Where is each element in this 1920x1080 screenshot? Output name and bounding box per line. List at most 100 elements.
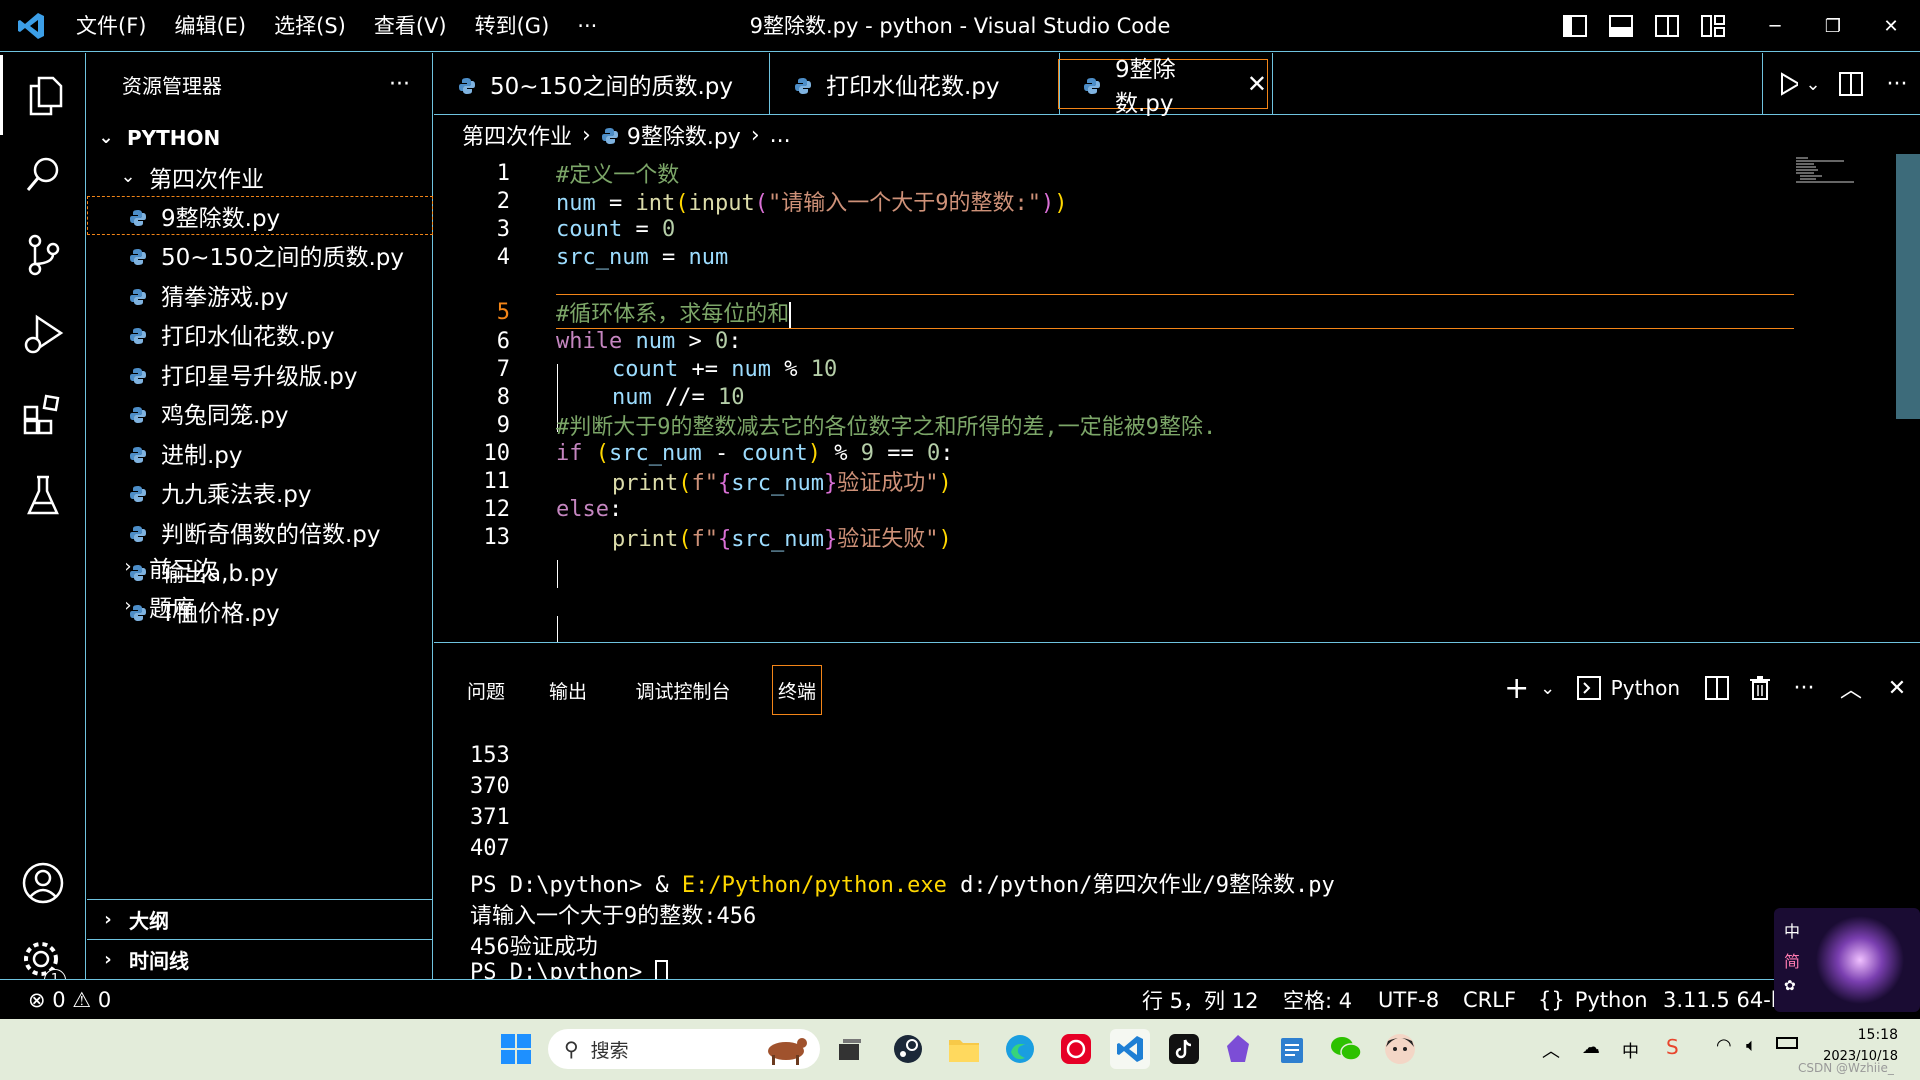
terminal-exe-path: E:/Python/python.exe [681, 873, 947, 898]
minimize-icon[interactable]: ─ [1746, 0, 1804, 52]
clock-time[interactable]: 15:18 [1818, 1027, 1898, 1043]
line-number: 11 [483, 468, 511, 494]
end-of-line[interactable]: CRLF [1463, 988, 1516, 1012]
tray-input-language[interactable]: 中 [1622, 1037, 1639, 1062]
panel-more-actions-icon[interactable]: ··· [1780, 676, 1828, 701]
workspace-root[interactable]: ⌄ PYTHON [87, 118, 433, 157]
split-editor-icon[interactable] [1828, 72, 1874, 96]
source-control-icon[interactable] [0, 215, 86, 295]
code-token: } [823, 527, 838, 552]
folder-question-bank[interactable]: › 题库 [87, 586, 433, 625]
tiktok-icon[interactable] [1164, 1029, 1204, 1069]
avatar-app-icon[interactable] [1380, 1029, 1420, 1069]
notepad-icon[interactable] [1272, 1029, 1312, 1069]
ime-script[interactable]: 简 [1784, 948, 1800, 972]
file-explorer-icon[interactable] [944, 1029, 984, 1069]
editor-scrollbar[interactable] [1896, 154, 1920, 419]
problems-status[interactable]: ⊗ 0 ⚠ 0 [28, 988, 111, 1012]
toggle-secondary-sidebar-icon[interactable] [1644, 0, 1690, 52]
tab-terminal[interactable]: 终端 [772, 665, 822, 715]
wechat-icon[interactable] [1326, 1029, 1366, 1069]
edge-icon[interactable] [1000, 1029, 1040, 1069]
vscode-taskbar-icon[interactable] [1110, 1029, 1150, 1069]
outline-section[interactable]: › 大纲 [87, 899, 433, 938]
toggle-panel-icon[interactable] [1598, 0, 1644, 52]
editor-more-actions-icon[interactable]: ··· [1874, 72, 1920, 97]
folder-first-three[interactable]: › 前三次 [87, 547, 433, 586]
file-item[interactable]: 九九乘法表.py [87, 473, 433, 512]
extensions-icon[interactable] [0, 375, 86, 455]
sidebar-more-button[interactable]: ··· [389, 72, 410, 97]
maximize-panel-chevron-up-icon[interactable]: ︿ [1828, 672, 1874, 704]
run-python-icon[interactable] [1762, 53, 1798, 115]
encoding[interactable]: UTF-8 [1378, 988, 1439, 1012]
wifi-icon[interactable]: ◠ [1716, 1035, 1732, 1056]
cursor-position[interactable]: 行 5，列 12 [1142, 985, 1258, 1015]
tray-onedrive-icon[interactable]: ☁ [1582, 1037, 1600, 1058]
minimap[interactable] [1794, 156, 1856, 186]
menu-go[interactable]: 转到(G) [461, 0, 564, 52]
new-terminal-icon[interactable]: + [1499, 671, 1535, 706]
tray-overflow-chevron-icon[interactable]: ︿ [1542, 1037, 1560, 1063]
breadcrumb-symbols[interactable]: ... [770, 123, 791, 148]
tab-problems[interactable]: 问题 [462, 665, 510, 715]
terminal-dropdown-chevron-icon[interactable]: ⌄ [1535, 678, 1561, 699]
code-editor[interactable]: 1 #定义一个数 2 num = int(input("请输入一个大于9的整数:")… [434, 154, 1920, 644]
breadcrumb-folder[interactable]: 第四次作业 [462, 119, 572, 151]
file-item[interactable]: 判断奇偶数的倍数.py [87, 512, 433, 551]
obsidian-icon[interactable] [1218, 1029, 1258, 1069]
file-item[interactable]: 猜拳游戏.py [87, 275, 433, 314]
file-item[interactable]: 打印水仙花数.py [87, 315, 433, 354]
tab-primes[interactable]: 50~150之间的质数.py [434, 53, 770, 115]
file-item[interactable]: 鸡兔同笼.py [87, 394, 433, 433]
tab-divisible[interactable]: 9整除数.py ✕ [1058, 57, 1268, 117]
taskbar-search-box[interactable]: ⚲ 搜索 [548, 1029, 820, 1069]
menu-more[interactable]: ··· [563, 0, 611, 52]
testing-icon[interactable] [0, 455, 86, 535]
chevron-right-icon: › [124, 595, 132, 616]
steam-icon[interactable] [888, 1029, 928, 1069]
language-mode[interactable]: {} Python [1538, 988, 1648, 1012]
run-debug-icon[interactable] [0, 295, 86, 375]
ime-widget[interactable]: 中 简 ✿ [1774, 908, 1920, 1012]
close-tab-icon[interactable]: ✕ [1247, 70, 1267, 98]
restore-icon[interactable]: ❐ [1804, 0, 1862, 52]
kill-terminal-trash-icon[interactable] [1740, 676, 1780, 700]
split-terminal-icon[interactable] [1694, 676, 1740, 700]
file-item[interactable]: 打印星号升级版.py [87, 354, 433, 393]
close-window-icon[interactable]: ✕ [1862, 0, 1920, 52]
ime-skin-icon[interactable]: ✿ [1784, 978, 1796, 994]
folder-fourth-homework[interactable]: ⌄ 第四次作业 [87, 157, 433, 196]
menu-selection[interactable]: 选择(S) [260, 0, 360, 52]
tab-output[interactable]: 输出 [544, 665, 592, 715]
close-panel-icon[interactable]: ✕ [1874, 676, 1920, 701]
file-item[interactable]: 进制.py [87, 433, 433, 472]
menu-edit[interactable]: 编辑(E) [160, 0, 260, 52]
toggle-primary-sidebar-icon[interactable] [1552, 0, 1598, 52]
customize-layout-icon[interactable] [1690, 0, 1736, 52]
indentation[interactable]: 空格: 4 [1283, 985, 1352, 1015]
timeline-section[interactable]: › 时间线 [87, 939, 433, 978]
python-file-icon [601, 126, 619, 144]
task-view-icon[interactable] [830, 1029, 870, 1069]
file-item[interactable]: 9整除数.py [87, 196, 433, 235]
tab-narcissistic[interactable]: 打印水仙花数.py [770, 53, 1060, 115]
terminal-profile-button[interactable]: Python [1576, 676, 1680, 700]
file-item[interactable]: 50~150之间的质数.py [87, 236, 433, 275]
tab-debug-console[interactable]: 调试控制台 [628, 665, 738, 715]
netease-music-icon[interactable] [1056, 1029, 1096, 1069]
explorer-icon[interactable] [0, 55, 86, 135]
accounts-icon[interactable] [0, 843, 86, 923]
ime-mode[interactable]: 中 [1784, 918, 1800, 942]
tray-sogou-icon[interactable]: S [1666, 1035, 1679, 1059]
search-icon[interactable] [0, 135, 86, 215]
menu-view[interactable]: 查看(V) [360, 0, 461, 52]
battery-icon[interactable] [1776, 1037, 1798, 1049]
python-interpreter[interactable]: 3.11.5 64-bi [1663, 988, 1790, 1012]
volume-icon[interactable]: 🔈︎ [1746, 1035, 1757, 1056]
code-token: num [612, 384, 652, 410]
menu-file[interactable]: 文件(F) [62, 0, 160, 52]
breadcrumb-file[interactable]: 9整除数.py [627, 119, 741, 151]
windows-start-icon[interactable] [496, 1029, 536, 1069]
run-dropdown-chevron-icon[interactable]: ⌄ [1798, 74, 1828, 95]
